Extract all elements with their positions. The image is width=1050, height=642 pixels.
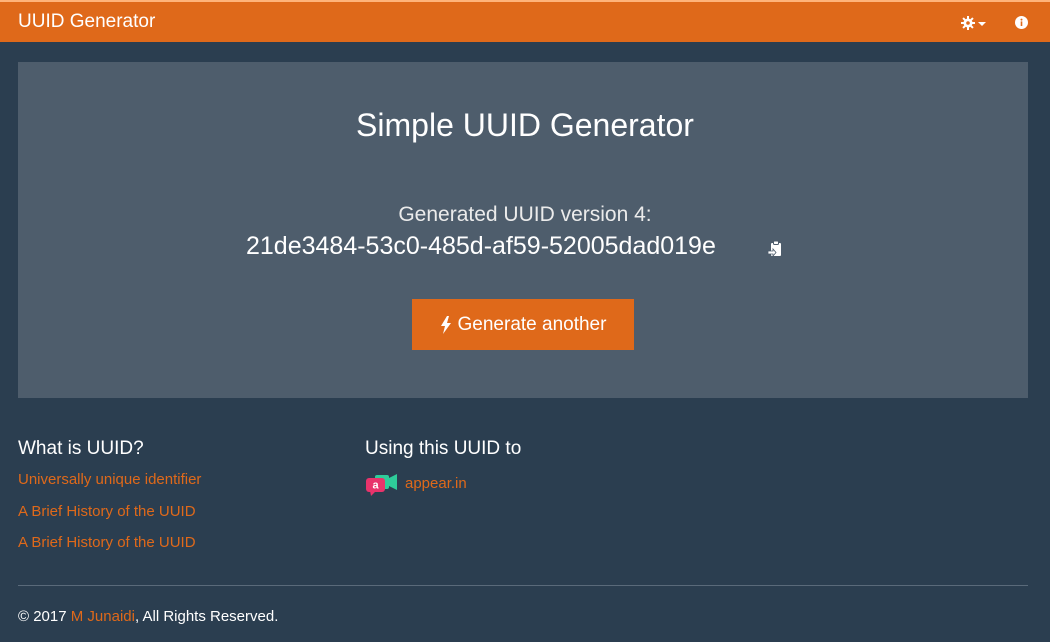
uuid-value[interactable]: 21de3484-53c0-485d-af59-52005dad019e [246,232,716,261]
what-is-uuid-heading: What is UUID? [18,438,144,459]
link-brief-history-uuid-2[interactable]: A Brief History of the UUID [18,534,196,551]
gear-icon [961,16,975,30]
clipboard-icon[interactable] [767,240,783,258]
appear-in-logo-icon[interactable]: a [365,473,398,497]
generate-another-label: Generate another [457,313,607,335]
link-appear-in[interactable]: appear.in [405,475,467,492]
footer-copyright: © 2017 [18,608,71,625]
footer-divider [18,585,1028,586]
footer-author-link[interactable]: M Junaidi [71,608,135,625]
link-brief-history-uuid[interactable]: A Brief History of the UUID [18,503,196,520]
navbar: UUID Generator [0,0,1050,42]
footer: © 2017 M Junaidi, All Rights Reserved. [18,608,278,625]
generate-another-button[interactable]: Generate another [412,299,634,350]
generated-label: Generated UUID version 4: [398,203,652,226]
info-icon[interactable] [1015,16,1028,29]
link-universally-unique-identifier[interactable]: Universally unique identifier [18,471,201,488]
caret-down-icon [978,22,986,26]
brand-title[interactable]: UUID Generator [18,11,155,33]
footer-rights: , All Rights Reserved. [134,608,279,625]
page-title: Simple UUID Generator [356,107,694,143]
svg-text:a: a [372,480,379,492]
using-uuid-heading: Using this UUID to [365,438,522,459]
settings-dropdown[interactable] [961,13,989,33]
bolt-icon [440,315,451,334]
